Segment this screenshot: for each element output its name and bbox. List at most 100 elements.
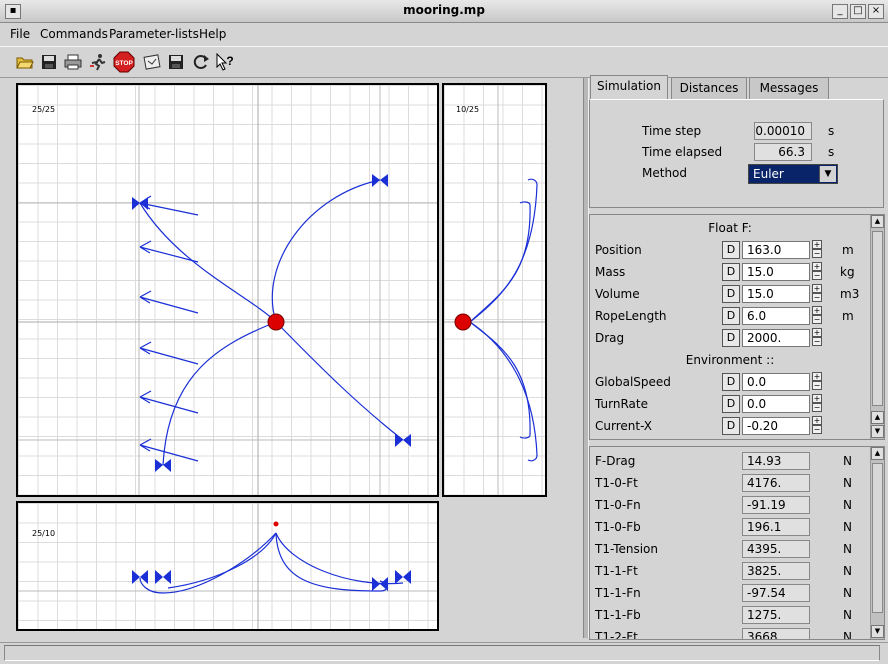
- decrement-icon[interactable]: −: [812, 315, 822, 324]
- result-unit: N: [843, 520, 852, 534]
- result-unit: N: [843, 564, 852, 578]
- increment-icon[interactable]: +: [812, 394, 822, 403]
- tab-messages[interactable]: Messages: [749, 77, 829, 99]
- scroll-down-icon[interactable]: ▼: [871, 425, 884, 438]
- param-input-drag[interactable]: 2000.: [742, 329, 810, 347]
- print-icon[interactable]: [61, 50, 85, 74]
- decrement-icon[interactable]: −: [812, 271, 822, 280]
- method-label: Method: [642, 166, 688, 180]
- result-value: 14.93: [742, 452, 810, 470]
- top-view-graphic: [18, 85, 437, 495]
- time-step-label: Time step: [642, 124, 702, 138]
- result-value: 4176.: [742, 474, 810, 492]
- top-view-plot[interactable]: 25/25: [16, 83, 439, 497]
- scroll-down-icon[interactable]: ▼: [871, 625, 884, 638]
- result-label: T1-0-Fn: [595, 498, 641, 512]
- increment-icon[interactable]: +: [812, 306, 822, 315]
- reload-icon[interactable]: [189, 50, 213, 74]
- window-menu-icon[interactable]: ▪: [5, 4, 21, 19]
- tab-distances[interactable]: Distances: [671, 77, 747, 99]
- increment-icon[interactable]: +: [812, 262, 822, 271]
- result-value: 3668.: [742, 628, 810, 639]
- result-value: -97.54: [742, 584, 810, 602]
- default-button-drag[interactable]: D: [722, 329, 740, 347]
- increment-icon[interactable]: +: [812, 240, 822, 249]
- title-bar: mooring.mp ▪ _ □ ×: [0, 0, 888, 23]
- param-label-volume: Volume: [595, 287, 640, 301]
- param-input-ropelength[interactable]: 6.0: [742, 307, 810, 325]
- results-panel: F-Drag 14.93 N T1-0-Ft 4176. N T1-0-Fn -…: [589, 446, 885, 640]
- result-value: 3825.: [742, 562, 810, 580]
- result-value: 196.1: [742, 518, 810, 536]
- default-button-volume[interactable]: D: [722, 285, 740, 303]
- param-label-globalspeed: GlobalSpeed: [595, 375, 671, 389]
- param-input-globalspeed[interactable]: 0.0: [742, 373, 810, 391]
- svg-text:?: ?: [226, 54, 233, 68]
- float-header: Float F:: [708, 221, 752, 235]
- minimize-icon[interactable]: _: [832, 4, 848, 19]
- parameter-scrollbar[interactable]: ▲ ▲ ▼: [870, 215, 884, 439]
- scroll-thumb[interactable]: [872, 463, 883, 613]
- results-scrollbar[interactable]: ▲ ▼: [870, 447, 884, 639]
- tab-simulation[interactable]: Simulation: [590, 75, 668, 99]
- increment-icon[interactable]: +: [812, 284, 822, 293]
- run-icon[interactable]: [86, 50, 110, 74]
- default-button-ropelength[interactable]: D: [722, 307, 740, 325]
- param-input-position[interactable]: 163.0: [742, 241, 810, 259]
- settings-icon[interactable]: [140, 50, 164, 74]
- maximize-icon[interactable]: □: [850, 4, 866, 19]
- default-button-turnrate[interactable]: D: [722, 395, 740, 413]
- menu-file[interactable]: File: [10, 27, 30, 41]
- time-step-value: 0.00010: [754, 122, 812, 140]
- increment-icon[interactable]: +: [812, 328, 822, 337]
- help-pointer-icon[interactable]: ?: [213, 50, 237, 74]
- scroll-up-icon[interactable]: ▲: [871, 411, 884, 424]
- parameter-panel: Float F: Position D 163.0 + − m Mass D 1…: [589, 214, 885, 440]
- default-button-mass[interactable]: D: [722, 263, 740, 281]
- scroll-up-icon[interactable]: ▲: [871, 447, 884, 460]
- param-unit-ropelength: m: [842, 309, 854, 323]
- decrement-icon[interactable]: −: [812, 403, 822, 412]
- method-select[interactable]: Euler ▼: [748, 164, 838, 184]
- param-unit-volume: m3: [840, 287, 860, 301]
- side-view-plot[interactable]: 10/25: [442, 83, 547, 497]
- side-view-graphic: [444, 85, 545, 495]
- param-unit-position: m: [842, 243, 854, 257]
- decrement-icon[interactable]: −: [812, 249, 822, 258]
- save-as-icon[interactable]: [164, 50, 188, 74]
- decrement-icon[interactable]: −: [812, 293, 822, 302]
- increment-icon[interactable]: +: [812, 416, 822, 425]
- default-button-globalspeed[interactable]: D: [722, 373, 740, 391]
- menu-help[interactable]: Help: [199, 27, 226, 41]
- decrement-icon[interactable]: −: [812, 337, 822, 346]
- time-elapsed-value: 66.3: [754, 143, 812, 161]
- menu-parameter-lists[interactable]: Parameter-lists: [109, 27, 199, 41]
- front-view-plot[interactable]: 25/10: [16, 501, 439, 631]
- result-unit: N: [843, 630, 852, 640]
- default-button-current-x[interactable]: D: [722, 417, 740, 435]
- scroll-up-icon[interactable]: ▲: [871, 215, 884, 228]
- default-button-position[interactable]: D: [722, 241, 740, 259]
- save-icon[interactable]: [37, 50, 61, 74]
- increment-icon[interactable]: +: [812, 372, 822, 381]
- result-label: T1-2-Ft: [595, 630, 638, 640]
- scroll-thumb[interactable]: [872, 231, 883, 406]
- result-unit: N: [843, 476, 852, 490]
- param-input-turnrate[interactable]: 0.0: [742, 395, 810, 413]
- result-value: 1275.: [742, 606, 810, 624]
- param-input-volume[interactable]: 15.0: [742, 285, 810, 303]
- stop-icon[interactable]: STOP: [112, 50, 136, 74]
- window-title: mooring.mp: [403, 3, 485, 17]
- close-icon[interactable]: ×: [868, 4, 884, 19]
- chevron-down-icon[interactable]: ▼: [819, 166, 836, 182]
- result-unit: N: [843, 454, 852, 468]
- param-input-current-x[interactable]: -0.20: [742, 417, 810, 435]
- open-icon[interactable]: [13, 50, 37, 74]
- result-label: T1-0-Fb: [595, 520, 641, 534]
- result-label: F-Drag: [595, 454, 636, 468]
- param-label-drag: Drag: [595, 331, 625, 345]
- decrement-icon[interactable]: −: [812, 381, 822, 390]
- param-input-mass[interactable]: 15.0: [742, 263, 810, 281]
- decrement-icon[interactable]: −: [812, 425, 822, 434]
- menu-commands[interactable]: Commands: [40, 27, 108, 41]
